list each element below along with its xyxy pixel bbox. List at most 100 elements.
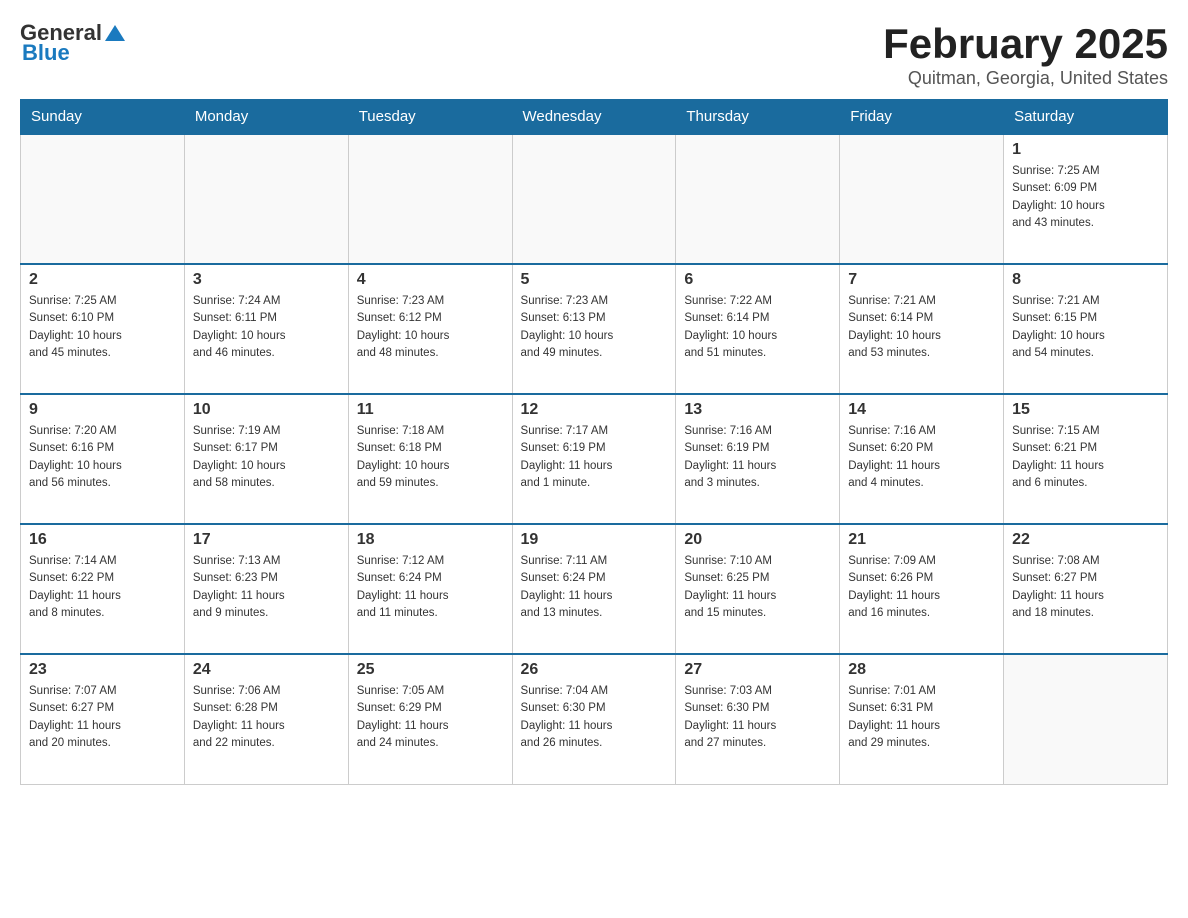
calendar-cell: 19Sunrise: 7:11 AM Sunset: 6:24 PM Dayli… bbox=[512, 524, 676, 654]
calendar-header-saturday: Saturday bbox=[1004, 100, 1168, 135]
calendar-cell: 21 Sunrise: 7:09 AM Sunset: 6:26 PM Dayli… bbox=[840, 524, 1004, 654]
day-number: 11 bbox=[357, 401, 504, 419]
calendar-cell: 18Sunrise: 7:12 AM Sunset: 6:24 PM Dayli… bbox=[348, 524, 512, 654]
calendar-cell: 1 Sunrise: 7:25 AM Sunset: 6:09 PM Daylig… bbox=[1004, 134, 1168, 264]
day-number: 20 bbox=[684, 531, 831, 549]
calendar-table: SundayMondayTuesdayWednesdayThursdayFrid… bbox=[20, 99, 1168, 785]
day-number: 1 bbox=[1012, 141, 1159, 159]
calendar-cell bbox=[676, 134, 840, 264]
day-info: Sunrise: 7:07 AM Sunset: 6:27 PM Dayligh… bbox=[29, 683, 176, 752]
day-info: Sunrise: 7:22 AM Sunset: 6:14 PM Dayligh… bbox=[684, 293, 831, 362]
day-number: 23 bbox=[29, 661, 176, 679]
calendar-cell: 17Sunrise: 7:13 AM Sunset: 6:23 PM Dayli… bbox=[184, 524, 348, 654]
day-number: 25 bbox=[357, 661, 504, 679]
day-number: 4 bbox=[357, 271, 504, 289]
day-number: 8 bbox=[1012, 271, 1159, 289]
day-number: 28 bbox=[848, 661, 995, 679]
day-info: Sunrise: 7:15 AM Sunset: 6:21 PM Dayligh… bbox=[1012, 423, 1159, 492]
calendar-cell: 12 Sunrise: 7:17 AM Sunset: 6:19 PM Dayli… bbox=[512, 394, 676, 524]
calendar-cell: 14Sunrise: 7:16 AM Sunset: 6:20 PM Dayli… bbox=[840, 394, 1004, 524]
day-number: 24 bbox=[193, 661, 340, 679]
calendar-cell: 2 Sunrise: 7:25 AM Sunset: 6:10 PM Daylig… bbox=[21, 264, 185, 394]
day-number: 10 bbox=[193, 401, 340, 419]
calendar-cell: 4 Sunrise: 7:23 AM Sunset: 6:12 PM Daylig… bbox=[348, 264, 512, 394]
calendar-cell: 6 Sunrise: 7:22 AM Sunset: 6:14 PM Daylig… bbox=[676, 264, 840, 394]
day-info: Sunrise: 7:19 AM Sunset: 6:17 PM Dayligh… bbox=[193, 423, 340, 492]
logo: General Blue bbox=[20, 20, 125, 66]
day-number: 18 bbox=[357, 531, 504, 549]
calendar-cell bbox=[1004, 654, 1168, 784]
calendar-cell: 27Sunrise: 7:03 AM Sunset: 6:30 PM Dayli… bbox=[676, 654, 840, 784]
day-number: 7 bbox=[848, 271, 995, 289]
calendar-cell: 3Sunrise: 7:24 AM Sunset: 6:11 PM Daylig… bbox=[184, 264, 348, 394]
calendar-cell: 5 Sunrise: 7:23 AM Sunset: 6:13 PM Daylig… bbox=[512, 264, 676, 394]
calendar-cell: 16 Sunrise: 7:14 AM Sunset: 6:22 PM Dayli… bbox=[21, 524, 185, 654]
day-info: Sunrise: 7:08 AM Sunset: 6:27 PM Dayligh… bbox=[1012, 553, 1159, 622]
day-info: Sunrise: 7:06 AM Sunset: 6:28 PM Dayligh… bbox=[193, 683, 340, 752]
calendar-cell bbox=[184, 134, 348, 264]
calendar-cell bbox=[512, 134, 676, 264]
calendar-cell: 25 Sunrise: 7:05 AM Sunset: 6:29 PM Dayli… bbox=[348, 654, 512, 784]
calendar-cell bbox=[21, 134, 185, 264]
calendar-cell: 8 Sunrise: 7:21 AM Sunset: 6:15 PM Daylig… bbox=[1004, 264, 1168, 394]
calendar-header-sunday: Sunday bbox=[21, 100, 185, 135]
day-number: 9 bbox=[29, 401, 176, 419]
day-info: Sunrise: 7:04 AM Sunset: 6:30 PM Dayligh… bbox=[521, 683, 668, 752]
calendar-cell: 24 Sunrise: 7:06 AM Sunset: 6:28 PM Dayli… bbox=[184, 654, 348, 784]
day-info: Sunrise: 7:09 AM Sunset: 6:26 PM Dayligh… bbox=[848, 553, 995, 622]
day-number: 5 bbox=[521, 271, 668, 289]
day-info: Sunrise: 7:16 AM Sunset: 6:19 PM Dayligh… bbox=[684, 423, 831, 492]
logo-triangle-icon bbox=[105, 23, 125, 43]
day-number: 14 bbox=[848, 401, 995, 419]
day-number: 2 bbox=[29, 271, 176, 289]
day-info: Sunrise: 7:20 AM Sunset: 6:16 PM Dayligh… bbox=[29, 423, 176, 492]
calendar-header-wednesday: Wednesday bbox=[512, 100, 676, 135]
title-section: February 2025 Quitman, Georgia, United S… bbox=[883, 20, 1168, 89]
day-info: Sunrise: 7:05 AM Sunset: 6:29 PM Dayligh… bbox=[357, 683, 504, 752]
day-number: 22 bbox=[1012, 531, 1159, 549]
day-info: Sunrise: 7:11 AM Sunset: 6:24 PM Dayligh… bbox=[521, 553, 668, 622]
calendar-week-row-1: 1 Sunrise: 7:25 AM Sunset: 6:09 PM Daylig… bbox=[21, 134, 1168, 264]
calendar-week-row-3: 9 Sunrise: 7:20 AM Sunset: 6:16 PM Daylig… bbox=[21, 394, 1168, 524]
day-info: Sunrise: 7:21 AM Sunset: 6:15 PM Dayligh… bbox=[1012, 293, 1159, 362]
page-title: February 2025 bbox=[883, 20, 1168, 68]
day-info: Sunrise: 7:23 AM Sunset: 6:12 PM Dayligh… bbox=[357, 293, 504, 362]
day-number: 6 bbox=[684, 271, 831, 289]
day-info: Sunrise: 7:25 AM Sunset: 6:09 PM Dayligh… bbox=[1012, 163, 1159, 232]
day-number: 13 bbox=[684, 401, 831, 419]
calendar-cell: 26 Sunrise: 7:04 AM Sunset: 6:30 PM Dayli… bbox=[512, 654, 676, 784]
calendar-cell: 23 Sunrise: 7:07 AM Sunset: 6:27 PM Dayli… bbox=[21, 654, 185, 784]
day-number: 27 bbox=[684, 661, 831, 679]
day-info: Sunrise: 7:01 AM Sunset: 6:31 PM Dayligh… bbox=[848, 683, 995, 752]
calendar-cell bbox=[840, 134, 1004, 264]
calendar-week-row-2: 2 Sunrise: 7:25 AM Sunset: 6:10 PM Daylig… bbox=[21, 264, 1168, 394]
day-number: 17 bbox=[193, 531, 340, 549]
day-info: Sunrise: 7:17 AM Sunset: 6:19 PM Dayligh… bbox=[521, 423, 668, 492]
logo-blue: Blue bbox=[22, 40, 70, 66]
calendar-header-friday: Friday bbox=[840, 100, 1004, 135]
calendar-week-row-4: 16 Sunrise: 7:14 AM Sunset: 6:22 PM Dayli… bbox=[21, 524, 1168, 654]
day-number: 3 bbox=[193, 271, 340, 289]
day-number: 21 bbox=[848, 531, 995, 549]
calendar-cell: 22 Sunrise: 7:08 AM Sunset: 6:27 PM Dayli… bbox=[1004, 524, 1168, 654]
calendar-header-thursday: Thursday bbox=[676, 100, 840, 135]
calendar-header-monday: Monday bbox=[184, 100, 348, 135]
calendar-cell: 20 Sunrise: 7:10 AM Sunset: 6:25 PM Dayli… bbox=[676, 524, 840, 654]
calendar-cell: 13 Sunrise: 7:16 AM Sunset: 6:19 PM Dayli… bbox=[676, 394, 840, 524]
day-number: 16 bbox=[29, 531, 176, 549]
day-info: Sunrise: 7:25 AM Sunset: 6:10 PM Dayligh… bbox=[29, 293, 176, 362]
calendar-cell bbox=[348, 134, 512, 264]
day-info: Sunrise: 7:14 AM Sunset: 6:22 PM Dayligh… bbox=[29, 553, 176, 622]
day-number: 12 bbox=[521, 401, 668, 419]
day-info: Sunrise: 7:10 AM Sunset: 6:25 PM Dayligh… bbox=[684, 553, 831, 622]
calendar-cell: 9 Sunrise: 7:20 AM Sunset: 6:16 PM Daylig… bbox=[21, 394, 185, 524]
calendar-cell: 10 Sunrise: 7:19 AM Sunset: 6:17 PM Dayli… bbox=[184, 394, 348, 524]
calendar-cell: 15 Sunrise: 7:15 AM Sunset: 6:21 PM Dayli… bbox=[1004, 394, 1168, 524]
day-info: Sunrise: 7:21 AM Sunset: 6:14 PM Dayligh… bbox=[848, 293, 995, 362]
calendar-week-row-5: 23 Sunrise: 7:07 AM Sunset: 6:27 PM Dayli… bbox=[21, 654, 1168, 784]
day-number: 15 bbox=[1012, 401, 1159, 419]
calendar-cell: 28 Sunrise: 7:01 AM Sunset: 6:31 PM Dayli… bbox=[840, 654, 1004, 784]
day-number: 26 bbox=[521, 661, 668, 679]
day-info: Sunrise: 7:23 AM Sunset: 6:13 PM Dayligh… bbox=[521, 293, 668, 362]
calendar-cell: 7 Sunrise: 7:21 AM Sunset: 6:14 PM Daylig… bbox=[840, 264, 1004, 394]
